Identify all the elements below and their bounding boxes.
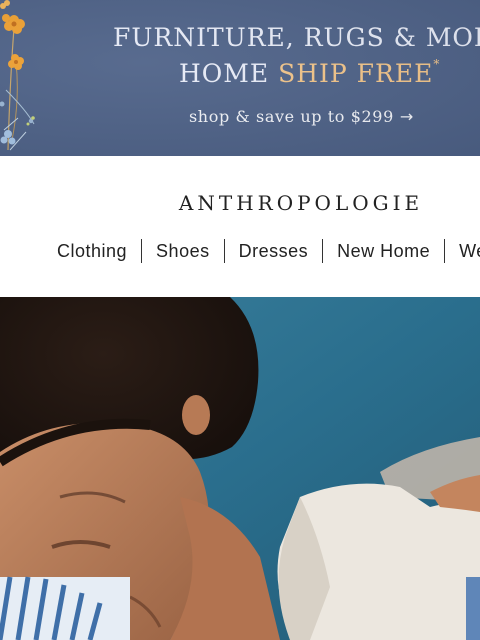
nav-item-dresses[interactable]: Dresses <box>239 241 309 262</box>
nav-divider <box>223 239 225 263</box>
promo-cta-label: shop & save up to $299 <box>189 107 394 126</box>
nav-divider <box>141 239 143 263</box>
promo-headline-home: HOME <box>179 59 270 88</box>
promo-headline-accent: SHIP FREE <box>278 59 434 88</box>
hero-image[interactable] <box>0 297 480 640</box>
promo-cta-link[interactable]: shop & save up to $299 → <box>189 107 414 126</box>
nav-divider <box>444 239 446 263</box>
arrow-right-icon: → <box>399 107 414 126</box>
nav-item-new-home[interactable]: New Home <box>337 241 430 262</box>
promo-headline-line2: HOME SHIP FREE* <box>179 57 440 88</box>
promo-asterisk: * <box>433 57 441 71</box>
site-logo[interactable]: ANTHROPOLOGIE <box>0 191 480 215</box>
nav-item-shoes[interactable]: Shoes <box>156 241 210 262</box>
flowers-illustration <box>0 0 35 151</box>
promo-banner[interactable]: FURNITURE, RUGS & MORE HOME SHIP FREE* s… <box>0 0 480 156</box>
nav-item-we[interactable]: We <box>459 241 480 262</box>
main-nav: Clothing Shoes Dresses New Home We <box>57 238 480 264</box>
nav-divider <box>322 239 324 263</box>
nav-item-clothing[interactable]: Clothing <box>57 241 127 262</box>
promo-headline-line1: FURNITURE, RUGS & MORE <box>113 23 480 52</box>
hero-photo <box>0 297 480 640</box>
